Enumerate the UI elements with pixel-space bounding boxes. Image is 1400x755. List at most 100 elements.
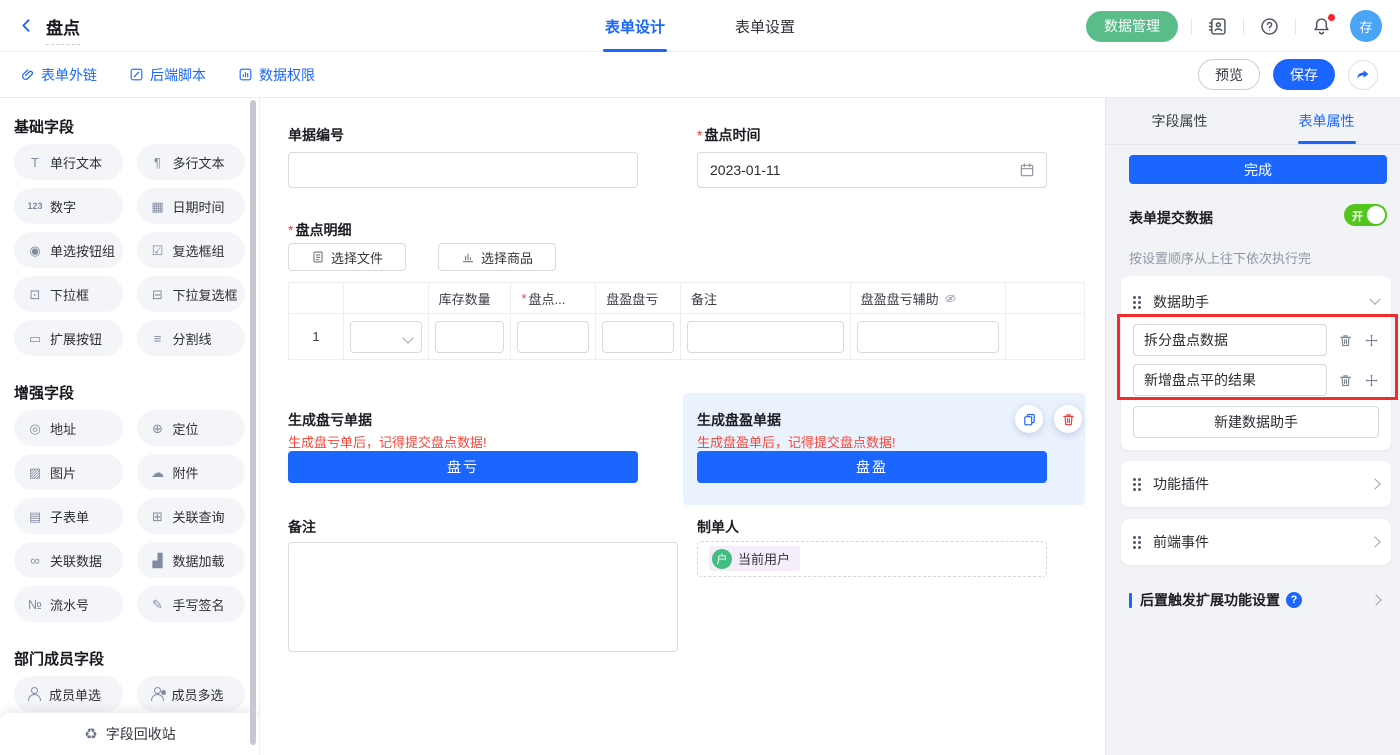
trash-icon[interactable]	[1338, 373, 1353, 388]
tab-form-settings[interactable]: 表单设置	[735, 0, 795, 52]
data-helper-header[interactable]: 数据助手	[1133, 288, 1379, 316]
sidebar-field-image[interactable]: ▨图片	[14, 454, 123, 490]
loss-button[interactable]: 盘亏	[288, 451, 638, 483]
trash-icon[interactable]	[1338, 333, 1353, 348]
recycle-icon: ♻	[84, 725, 97, 743]
sidebar-field-datetime[interactable]: ▦日期时间	[137, 188, 246, 224]
remark-input[interactable]	[687, 321, 844, 353]
sidebar-field-extend-button[interactable]: ▭扩展按钮	[14, 320, 123, 356]
creator-label: 制单人	[697, 517, 739, 537]
chevron-down-icon[interactable]	[1369, 294, 1380, 305]
back-icon[interactable]	[18, 16, 35, 35]
helper-item-input[interactable]: 新增盘点平的结果	[1133, 364, 1327, 396]
copy-field-button[interactable]	[1015, 405, 1043, 433]
chevron-right-icon[interactable]	[1370, 594, 1381, 605]
header-actions: 数据管理 存	[1086, 0, 1382, 52]
chevron-right-icon[interactable]	[1369, 478, 1380, 489]
helper-item-input[interactable]: 拆分盘点数据	[1133, 324, 1327, 356]
sidebar-field-multi-select[interactable]: ⊟下拉复选框	[137, 276, 246, 312]
sidebar-field-data-load[interactable]: ▟数据加载	[137, 542, 246, 578]
product-select[interactable]	[350, 321, 422, 353]
avatar[interactable]: 存	[1350, 10, 1382, 42]
preview-button[interactable]: 预览	[1198, 59, 1260, 90]
location-icon: ⊕	[150, 422, 166, 435]
notification-bell-icon[interactable]	[1309, 14, 1334, 39]
move-icon[interactable]	[1364, 333, 1379, 348]
profit-loss-input[interactable]	[602, 321, 674, 353]
checkbox-icon: ☑	[150, 244, 166, 257]
sidebar-scrollbar[interactable]	[250, 100, 256, 745]
delete-field-button[interactable]	[1054, 405, 1082, 433]
drag-handle-icon[interactable]	[1133, 296, 1141, 309]
choose-product-button[interactable]: 选择商品	[438, 243, 556, 271]
check-qty-input[interactable]	[517, 321, 589, 353]
help-icon[interactable]	[1257, 14, 1282, 39]
doc-no-input[interactable]	[288, 152, 638, 188]
current-user-tag[interactable]: 户 当前用户	[709, 546, 800, 571]
helper-item: 拆分盘点数据	[1133, 324, 1379, 356]
help-question-icon[interactable]: ?	[1286, 592, 1302, 608]
product-select-cell	[344, 314, 429, 359]
field-recycle-bin[interactable]: ♻ 字段回收站	[0, 713, 260, 755]
tab-form-design[interactable]: 表单设计	[605, 0, 665, 52]
data-helper-card: 数据助手 拆分盘点数据 新增盘点平的结果 新建数据助手	[1121, 276, 1391, 450]
share-button[interactable]	[1348, 60, 1378, 90]
check-time-label: 盘点时间	[697, 125, 760, 145]
check-time-input[interactable]: 2023-01-11	[697, 152, 1047, 188]
submit-data-toggle[interactable]: 开	[1344, 204, 1387, 226]
sidebar-field-subform[interactable]: ▤子表单	[14, 498, 123, 534]
section-basic-fields: 基础字段	[14, 116, 245, 134]
gain-button[interactable]: 盘盈	[697, 451, 1047, 483]
sidebar-field-serial-number[interactable]: №流水号	[14, 586, 123, 622]
helper-item: 新增盘点平的结果	[1133, 364, 1379, 396]
col-check-qty: 盘点...	[511, 283, 596, 313]
chevron-right-icon[interactable]	[1369, 536, 1380, 547]
data-manage-button[interactable]: 数据管理	[1086, 11, 1178, 42]
remark-textarea[interactable]	[288, 542, 678, 652]
sidebar-field-member-multi[interactable]: 成员多选	[137, 676, 246, 712]
sidebar-field-radio-group[interactable]: ◉单选按钮组	[14, 232, 123, 268]
move-icon[interactable]	[1364, 373, 1379, 388]
sidebar-field-number[interactable]: 123数字	[14, 188, 123, 224]
sidebar-field-location[interactable]: ⊕定位	[137, 410, 246, 446]
divider-icon: ≡	[150, 332, 166, 345]
sidebar-field-checkbox-group[interactable]: ☑复选框组	[137, 232, 246, 268]
sidebar-field-linked-data[interactable]: ∞关联数据	[14, 542, 123, 578]
external-link-action[interactable]: 表单外链	[20, 65, 97, 85]
form-canvas[interactable]: 单据编号 盘点时间 2023-01-11 盘点明细 选择文件 选择商品 库存数量…	[260, 98, 1105, 755]
sidebar-field-lookup-query[interactable]: ⊞关联查询	[137, 498, 246, 534]
profit-loss-cell	[596, 314, 681, 359]
form-toolbar: 表单外链 后端脚本 数据权限 预览 保存	[0, 52, 1400, 98]
done-button[interactable]: 完成	[1129, 155, 1387, 184]
plugin-header[interactable]: 功能插件	[1133, 470, 1379, 498]
sidebar-field-attachment[interactable]: ☁附件	[137, 454, 246, 490]
col-product	[344, 283, 429, 313]
divider	[1295, 18, 1296, 34]
sidebar-field-divider[interactable]: ≡分割线	[137, 320, 246, 356]
sidebar-field-select[interactable]: ⊡下拉框	[14, 276, 123, 312]
save-button[interactable]: 保存	[1273, 59, 1335, 90]
drag-handle-icon[interactable]	[1133, 478, 1141, 491]
sidebar-field-signature[interactable]: ✎手写签名	[137, 586, 246, 622]
drag-handle-icon[interactable]	[1133, 536, 1141, 549]
page-title[interactable]: 盘点	[46, 14, 80, 45]
bar-chart-icon	[461, 250, 475, 264]
gain-hint: 生成盘盈单后，记得提交盘点数据!	[697, 432, 896, 451]
col-remark: 备注	[681, 283, 851, 313]
tab-form-props[interactable]: 表单属性	[1253, 98, 1400, 144]
sidebar-field-single-line-text[interactable]: T单行文本	[14, 144, 123, 180]
stock-qty-input[interactable]	[435, 321, 505, 353]
frontend-event-header[interactable]: 前端事件	[1133, 528, 1379, 556]
post-trigger-section[interactable]: 后置触发扩展功能设置 ?	[1129, 590, 1380, 610]
execution-order-hint: 按设置顺序从上往下依次执行完	[1129, 248, 1311, 267]
backend-script-action[interactable]: 后端脚本	[129, 65, 206, 85]
data-permission-action[interactable]: 数据权限	[238, 65, 315, 85]
aux-input[interactable]	[857, 321, 1000, 353]
sidebar-field-multi-line-text[interactable]: ¶多行文本	[137, 144, 246, 180]
sidebar-field-member-single[interactable]: 成员单选	[14, 676, 123, 712]
new-data-helper-button[interactable]: 新建数据助手	[1133, 406, 1379, 438]
sidebar-field-address[interactable]: ◎地址	[14, 410, 123, 446]
choose-file-button[interactable]: 选择文件	[288, 243, 406, 271]
tab-field-props[interactable]: 字段属性	[1106, 98, 1253, 144]
contact-book-icon[interactable]	[1205, 14, 1230, 39]
